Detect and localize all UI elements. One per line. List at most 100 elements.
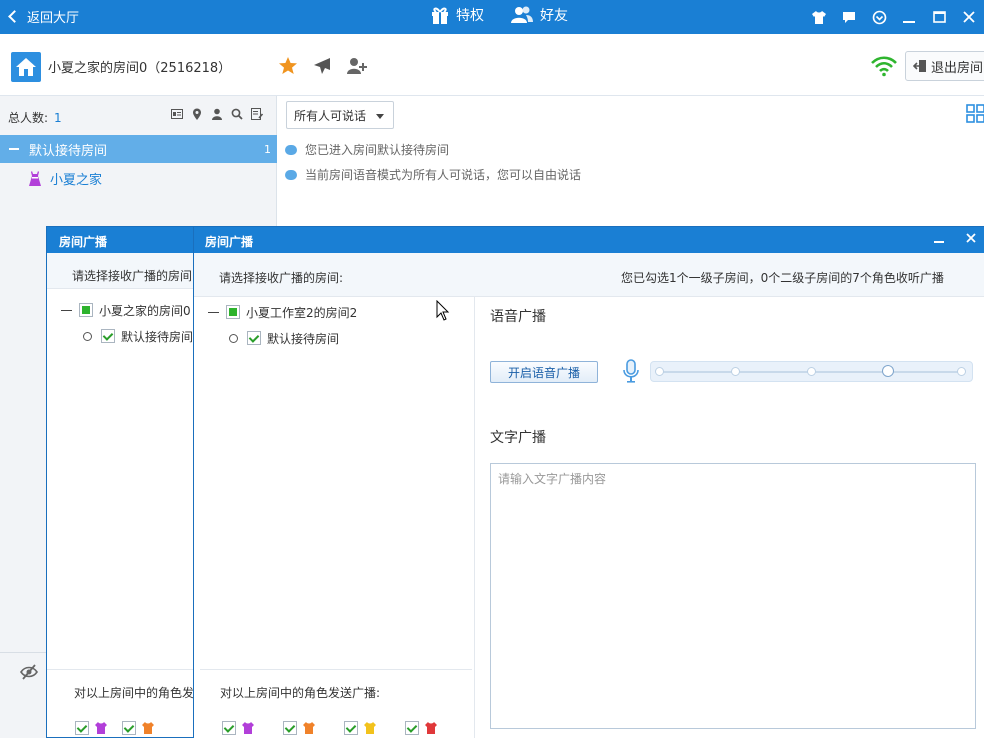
tree-root-row[interactable]: 小夏工作室2的房间2 — [208, 299, 474, 325]
maximize-button[interactable] — [924, 0, 954, 34]
role-item[interactable] — [283, 721, 316, 735]
room-selection-column: 小夏工作室2的房间2 默认接待房间 对以上房间中的角色发送广播: — [194, 297, 475, 738]
role-item[interactable] — [122, 721, 155, 735]
room-header: 小夏之家的房间0（2516218） 退出房间 — [0, 34, 984, 96]
close-button[interactable] — [954, 0, 984, 34]
text-broadcast-title: 文字广播 — [490, 430, 546, 446]
circle-menu-icon — [872, 10, 886, 24]
minimize-button[interactable] — [894, 0, 924, 34]
role-shirt-icon — [425, 722, 437, 734]
user-icon[interactable] — [211, 108, 223, 120]
airplane-icon — [314, 58, 330, 74]
grid-view-button[interactable] — [966, 104, 984, 127]
exit-room-label: 退出房间 — [931, 60, 984, 76]
dialog-prompt: 请选择接收广播的房间 — [47, 253, 206, 289]
channel-label: 默认接待房间 — [29, 143, 108, 159]
collapse-icon[interactable] — [9, 148, 19, 150]
dialog-close-button[interactable] — [958, 227, 984, 249]
tree-child-row[interactable]: 默认接待房间 — [208, 325, 474, 351]
checkbox-checked[interactable] — [247, 331, 261, 345]
partial-checkbox[interactable] — [79, 303, 93, 317]
volume-slider[interactable] — [650, 361, 973, 382]
role-shirt-icon — [303, 722, 315, 734]
start-voice-broadcast-button[interactable]: 开启语音广播 — [490, 361, 598, 383]
collapse-icon[interactable] — [208, 311, 219, 313]
card-view-icon[interactable] — [171, 108, 183, 120]
slider-tick — [655, 367, 664, 376]
favorite-button[interactable] — [278, 56, 298, 79]
role-shirt-icon — [364, 722, 376, 734]
minimize-icon — [934, 241, 944, 243]
role-item[interactable] — [344, 721, 377, 735]
wifi-icon — [871, 56, 897, 77]
mouse-cursor-icon — [436, 299, 450, 325]
dialog-footer-label: 对以上房间中的角色发送广播: — [200, 669, 472, 701]
location-icon[interactable] — [191, 108, 203, 120]
house-icon — [16, 58, 36, 76]
skin-button[interactable] — [804, 0, 834, 34]
system-message: 您已进入房间默认接待房间 — [285, 141, 581, 158]
dialog-minimize-button[interactable] — [926, 227, 952, 249]
checkbox-checked[interactable] — [405, 721, 419, 735]
dialog-footer-label: 对以上房间中的角色发 — [47, 669, 207, 701]
collapse-icon[interactable] — [61, 309, 72, 311]
hide-panel-button[interactable] — [0, 652, 46, 692]
voice-broadcast-title: 语音广播 — [490, 309, 546, 325]
tree-child-row[interactable]: 默认接待房间 — [61, 323, 206, 349]
add-friend-button[interactable] — [346, 56, 368, 79]
checkbox-checked[interactable] — [283, 721, 297, 735]
role-item[interactable] — [75, 721, 108, 735]
star-icon — [279, 57, 297, 74]
member-count-value: 1 — [54, 111, 62, 125]
role-shirt-icon — [142, 722, 154, 734]
title-bar: 返回大厅 特权 好友 — [0, 0, 984, 34]
exit-room-button[interactable]: 退出房间 — [905, 51, 984, 81]
back-label: 返回大厅 — [27, 11, 80, 26]
tree-child-label: 默认接待房间 — [121, 329, 194, 344]
fly-button[interactable] — [312, 56, 332, 79]
edit-list-icon[interactable] — [251, 108, 264, 120]
message-button[interactable] — [834, 0, 864, 34]
checkbox-checked[interactable] — [101, 329, 115, 343]
speak-mode-value: 所有人可说话 — [294, 108, 367, 123]
role-item[interactable] — [222, 721, 255, 735]
back-to-lobby-button[interactable]: 返回大厅 — [8, 7, 80, 26]
speech-bubble-icon — [285, 169, 297, 180]
speak-mode-dropdown[interactable]: 所有人可说话 — [286, 101, 394, 129]
checkbox-checked[interactable] — [344, 721, 358, 735]
member-item[interactable]: 小夏之家 — [28, 169, 102, 188]
menu-button[interactable] — [864, 0, 894, 34]
member-name: 小夏之家 — [50, 173, 103, 188]
minimize-icon — [903, 21, 915, 23]
tree-root-row[interactable]: 小夏之家的房间0 — [61, 297, 206, 323]
role-item[interactable] — [405, 721, 438, 735]
exit-door-icon — [913, 60, 926, 72]
dialog-header: 房间广播 — [194, 227, 984, 253]
tree-root-label: 小夏工作室2的房间2 — [246, 305, 358, 320]
dialog-prompt: 请选择接收广播的房间: — [219, 271, 344, 285]
dialog-title: 房间广播 — [47, 227, 206, 253]
search-icon[interactable] — [231, 108, 243, 120]
tshirt-icon — [812, 10, 826, 24]
maximize-icon — [932, 11, 946, 23]
dialog-subheader: 请选择接收广播的房间: 您已勾选1个一级子房间，0个二级子房间的7个角色收听广播 — [194, 253, 984, 297]
partial-checkbox[interactable] — [226, 305, 240, 319]
privilege-button[interactable]: 特权 — [430, 5, 484, 25]
node-dot-icon — [83, 331, 92, 341]
microphone-icon — [622, 359, 640, 386]
broadcast-text-input[interactable]: 请输入文字广播内容 — [490, 463, 976, 729]
member-count-label: 总人数: — [8, 111, 49, 125]
checkbox-checked[interactable] — [122, 721, 136, 735]
checkbox-checked[interactable] — [222, 721, 236, 735]
room-tree: 小夏之家的房间0 默认接待房间 — [47, 289, 206, 349]
broadcast-dialog: 房间广播 请选择接收广播的房间: 您已勾选1个一级子房间，0个二级子房间的7个角… — [193, 226, 984, 738]
channel-row-selected[interactable]: 默认接待房间 1 — [0, 135, 277, 163]
friends-button[interactable]: 好友 — [510, 5, 568, 25]
broadcast-dialog-back: 房间广播 请选择接收广播的房间 小夏之家的房间0 默认接待房间 对以上房间中的角… — [46, 226, 207, 738]
broadcast-content-column: 语音广播 开启语音广播 文字广播 请输入文字广播内容 — [476, 297, 984, 738]
checkbox-checked[interactable] — [75, 721, 89, 735]
dialog-title: 房间广播 — [205, 235, 254, 249]
room-avatar — [11, 52, 41, 82]
slider-handle[interactable] — [882, 365, 894, 377]
tree-root-label: 小夏之家的房间0 — [99, 303, 191, 318]
